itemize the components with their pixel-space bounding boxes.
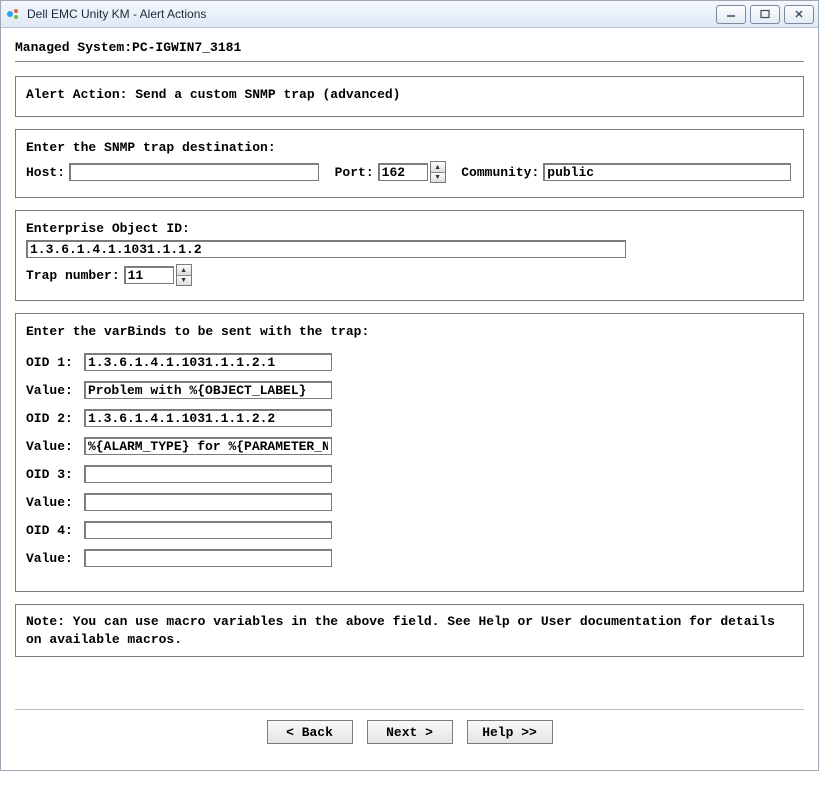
port-label: Port: (335, 165, 374, 180)
note-panel: Note: You can use macro variables in the… (15, 604, 804, 657)
wizard-footer: < Back Next > Help >> (15, 709, 804, 756)
maximize-button[interactable] (750, 5, 780, 24)
host-label: Host: (26, 165, 65, 180)
oid3-input[interactable] (84, 465, 332, 483)
content-area: Managed System:PC-IGWIN7_3181 Alert Acti… (1, 28, 818, 770)
value2-input[interactable] (84, 437, 332, 455)
oid2-input[interactable] (84, 409, 332, 427)
note-text: Note: You can use macro variables in the… (26, 614, 775, 647)
varbinds-panel: Enter the varBinds to be sent with the t… (15, 313, 804, 592)
oid4-label: OID 4: (26, 523, 80, 538)
host-input[interactable] (69, 163, 319, 181)
port-spin-up[interactable]: ▲ (431, 162, 445, 172)
minimize-button[interactable] (716, 5, 746, 24)
titlebar: Dell EMC Unity KM - Alert Actions (1, 1, 818, 28)
trap-number-input[interactable] (124, 266, 174, 284)
value4-label: Value: (26, 551, 80, 566)
snmp-destination-title: Enter the SNMP trap destination: (26, 140, 793, 155)
value1-input[interactable] (84, 381, 332, 399)
alert-action-label: Alert Action: (26, 87, 127, 102)
close-button[interactable] (784, 5, 814, 24)
value4-input[interactable] (84, 549, 332, 567)
managed-system-value: PC-IGWIN7_3181 (132, 40, 241, 55)
port-spinner[interactable]: ▲ ▼ (430, 161, 446, 183)
enterprise-oid-panel: Enterprise Object ID: Trap number: ▲ ▼ (15, 210, 804, 301)
trap-spin-down[interactable]: ▼ (177, 275, 191, 285)
trap-spinner[interactable]: ▲ ▼ (176, 264, 192, 286)
trap-number-label: Trap number: (26, 268, 120, 283)
back-button[interactable]: < Back (267, 720, 353, 744)
enterprise-oid-label: Enterprise Object ID: (26, 221, 793, 236)
value2-label: Value: (26, 439, 80, 454)
community-input[interactable] (543, 163, 791, 181)
community-label: Community: (461, 165, 539, 180)
next-button[interactable]: Next > (367, 720, 453, 744)
help-button[interactable]: Help >> (467, 720, 553, 744)
window-title: Dell EMC Unity KM - Alert Actions (27, 7, 206, 21)
alert-action-panel: Alert Action: Send a custom SNMP trap (a… (15, 76, 804, 117)
app-window: Dell EMC Unity KM - Alert Actions Manage… (0, 0, 819, 771)
value3-input[interactable] (84, 493, 332, 511)
value3-label: Value: (26, 495, 80, 510)
separator (15, 61, 804, 62)
oid2-label: OID 2: (26, 411, 80, 426)
varbinds-title: Enter the varBinds to be sent with the t… (26, 324, 793, 339)
enterprise-oid-input[interactable] (26, 240, 626, 258)
oid1-input[interactable] (84, 353, 332, 371)
oid1-label: OID 1: (26, 355, 80, 370)
value1-label: Value: (26, 383, 80, 398)
oid4-input[interactable] (84, 521, 332, 539)
app-icon (5, 6, 21, 22)
managed-system-line: Managed System:PC-IGWIN7_3181 (15, 40, 804, 55)
managed-system-label: Managed System: (15, 40, 132, 55)
port-spin-down[interactable]: ▼ (431, 172, 445, 182)
port-input[interactable] (378, 163, 428, 181)
alert-action-value: Send a custom SNMP trap (advanced) (135, 87, 400, 102)
snmp-destination-panel: Enter the SNMP trap destination: Host: P… (15, 129, 804, 198)
oid3-label: OID 3: (26, 467, 80, 482)
trap-spin-up[interactable]: ▲ (177, 265, 191, 275)
